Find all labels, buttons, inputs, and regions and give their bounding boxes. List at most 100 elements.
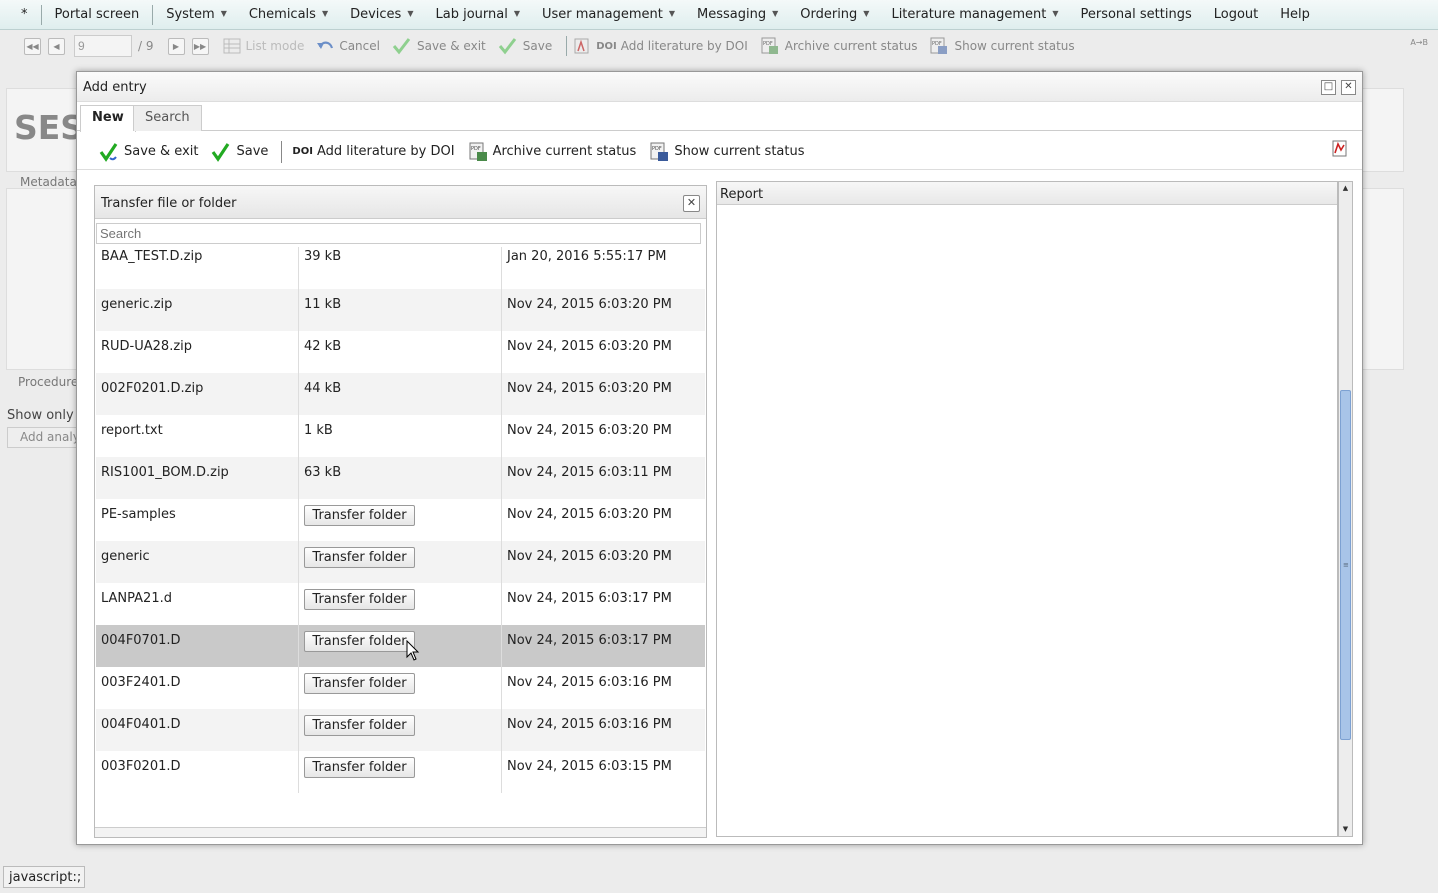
column-divider xyxy=(501,751,502,793)
table-row[interactable]: 003F0201.D Transfer folder Nov 24, 2015 6:… xyxy=(96,751,705,793)
table-row[interactable]: BAA_TEST.D.zip 39 kB Jan 20, 2016 5:55:17 … xyxy=(96,247,705,289)
dialog-tabs: New Search xyxy=(77,103,1362,132)
menu-chemicals[interactable]: Chemicals ▼ xyxy=(238,7,339,22)
pdf-export-icon[interactable] xyxy=(1332,140,1348,158)
undo-icon xyxy=(317,41,334,49)
menu-devices[interactable]: Devices ▼ xyxy=(339,7,424,22)
file-name: RIS1001_BOM.D.zip xyxy=(101,465,229,480)
show-status-button[interactable]: PDF Show current status xyxy=(649,142,805,162)
dialog-title-bar[interactable]: Add entry □ ✕ xyxy=(77,72,1362,102)
scroll-down-icon[interactable]: ▼ xyxy=(1339,823,1352,836)
column-divider xyxy=(298,331,299,373)
cancel-label: Cancel xyxy=(339,39,380,53)
tab-search[interactable]: Search xyxy=(133,105,202,131)
menu-messaging[interactable]: Messaging ▼ xyxy=(686,7,789,22)
transfer-folder-button[interactable]: Transfer folder xyxy=(304,547,415,568)
last-page-icon[interactable]: ▶▶ xyxy=(191,37,209,55)
prev-page-icon[interactable]: ◀ xyxy=(48,37,65,55)
menu-literature-management[interactable]: Literature management ▼ xyxy=(880,7,1069,22)
dialog-scrollbar[interactable]: ▲ ≡ ▼ xyxy=(1338,181,1353,837)
table-row[interactable]: LANPA21.d Transfer folder Nov 24, 2015 6:0… xyxy=(96,583,705,625)
menu-star[interactable]: * xyxy=(10,7,39,22)
column-divider xyxy=(501,583,502,625)
column-divider xyxy=(501,499,502,541)
sort-icon[interactable]: A→B xyxy=(1410,38,1428,47)
page-number-input[interactable] xyxy=(74,35,132,57)
chevron-down-icon: ▼ xyxy=(407,9,414,18)
table-row[interactable]: generic.zip 11 kB Nov 24, 2015 6:03:20 PM xyxy=(96,289,705,331)
first-page-icon[interactable]: ◀◀ xyxy=(24,37,41,55)
next-page-icon[interactable]: ▶ xyxy=(167,37,185,55)
bg-archive-button[interactable]: PDF Archive current status xyxy=(760,37,917,55)
close-icon[interactable]: ✕ xyxy=(683,195,700,212)
bg-show-status-button[interactable]: PDF Show current status xyxy=(929,37,1075,55)
menu-personal-settings[interactable]: Personal settings xyxy=(1069,7,1202,22)
menu-system[interactable]: System ▼ xyxy=(155,7,238,22)
column-divider xyxy=(501,625,502,667)
transfer-search-input[interactable] xyxy=(96,223,701,244)
table-row[interactable]: RIS1001_BOM.D.zip 63 kB Nov 24, 2015 6:03:… xyxy=(96,457,705,499)
transfer-folder-button[interactable]: Transfer folder xyxy=(304,673,415,694)
table-row[interactable]: generic Transfer folder Nov 24, 2015 6:03:… xyxy=(96,541,705,583)
menu-help[interactable]: Help xyxy=(1269,7,1321,22)
bg-save-button[interactable]: Save xyxy=(498,37,552,55)
save-button[interactable]: Save xyxy=(211,142,268,162)
column-divider xyxy=(298,289,299,331)
file-name: 004F0401.D xyxy=(101,717,181,732)
chevron-down-icon: ▼ xyxy=(668,9,675,18)
menu-lab-journal[interactable]: Lab journal ▼ xyxy=(424,7,531,22)
transfer-folder-button[interactable]: Transfer folder xyxy=(304,757,415,778)
archive-button[interactable]: PDF Archive current status xyxy=(468,142,636,162)
cancel-button[interactable]: Cancel xyxy=(316,39,380,53)
column-divider xyxy=(298,709,299,751)
save-label: Save xyxy=(522,39,553,53)
add-doi-label: Add literature by DOI xyxy=(316,144,455,159)
file-name: LANPA21.d xyxy=(101,591,172,606)
table-row[interactable]: PE-samples Transfer folder Nov 24, 2015 6:… xyxy=(96,499,705,541)
table-row[interactable]: 004F0701.D Transfer folder Nov 24, 2015 6:… xyxy=(96,625,705,667)
table-row[interactable]: RUD-UA28.zip 42 kB Nov 24, 2015 6:03:20 PM xyxy=(96,331,705,373)
file-name: report.txt xyxy=(101,423,163,438)
menu-ordering[interactable]: Ordering ▼ xyxy=(789,7,880,22)
menu-logout[interactable]: Logout xyxy=(1203,7,1270,22)
tab-new[interactable]: New xyxy=(80,105,136,132)
close-icon[interactable]: ✕ xyxy=(1341,80,1356,95)
svg-text:PDF: PDF xyxy=(652,146,662,152)
menu-label: User management xyxy=(541,7,663,22)
file-name: PE-samples xyxy=(101,507,176,522)
toolbar-separator xyxy=(566,36,568,56)
menu-separator xyxy=(152,4,154,25)
transfer-folder-button[interactable]: Transfer folder xyxy=(304,589,415,610)
chevron-down-icon: ▼ xyxy=(321,9,329,18)
bg-save-exit-button[interactable]: Save & exit xyxy=(392,37,486,55)
transfer-folder-button[interactable]: Transfer folder xyxy=(304,715,415,736)
bg-add-doi-button[interactable]: DOI Add literature by DOI xyxy=(573,37,748,55)
maximize-icon[interactable]: □ xyxy=(1321,80,1336,95)
table-row[interactable]: report.txt 1 kB Nov 24, 2015 6:03:20 PM xyxy=(96,415,705,457)
add-doi-button[interactable]: DOI Add literature by DOI xyxy=(292,144,454,159)
menu-portal-screen[interactable]: Portal screen xyxy=(44,7,151,22)
doi-prefix: DOI xyxy=(596,40,617,52)
scrollbar-thumb[interactable]: ≡ xyxy=(1340,390,1351,740)
file-date: Nov 24, 2015 6:03:11 PM xyxy=(507,465,672,480)
column-divider xyxy=(501,457,502,499)
metadata-label: Metadata xyxy=(20,175,77,189)
column-divider xyxy=(298,373,299,415)
doi-prefix: DOI xyxy=(292,146,313,157)
scroll-up-icon[interactable]: ▲ xyxy=(1339,182,1352,195)
file-date: Nov 24, 2015 6:03:16 PM xyxy=(507,717,672,732)
page-total: / 9 xyxy=(138,39,154,53)
menu-user-management[interactable]: User management ▼ xyxy=(531,7,686,22)
column-divider xyxy=(298,457,299,499)
transfer-folder-button[interactable]: Transfer folder xyxy=(304,631,415,652)
transfer-folder-button[interactable]: Transfer folder xyxy=(304,505,415,526)
table-row[interactable]: 002F0201.D.zip 44 kB Nov 24, 2015 6:03:20 … xyxy=(96,373,705,415)
menu-label: Help xyxy=(1280,7,1310,22)
file-date: Nov 24, 2015 6:03:16 PM xyxy=(507,675,672,690)
table-row[interactable]: 004F0401.D Transfer folder Nov 24, 2015 6:… xyxy=(96,709,705,751)
table-row[interactable]: 003F2401.D Transfer folder Nov 24, 2015 6:… xyxy=(96,667,705,709)
save-exit-button[interactable]: Save & exit xyxy=(99,142,198,162)
list-mode-button[interactable]: List mode xyxy=(223,38,304,54)
chevron-down-icon: ▼ xyxy=(1052,9,1059,18)
file-date: Nov 24, 2015 6:03:20 PM xyxy=(507,339,672,354)
